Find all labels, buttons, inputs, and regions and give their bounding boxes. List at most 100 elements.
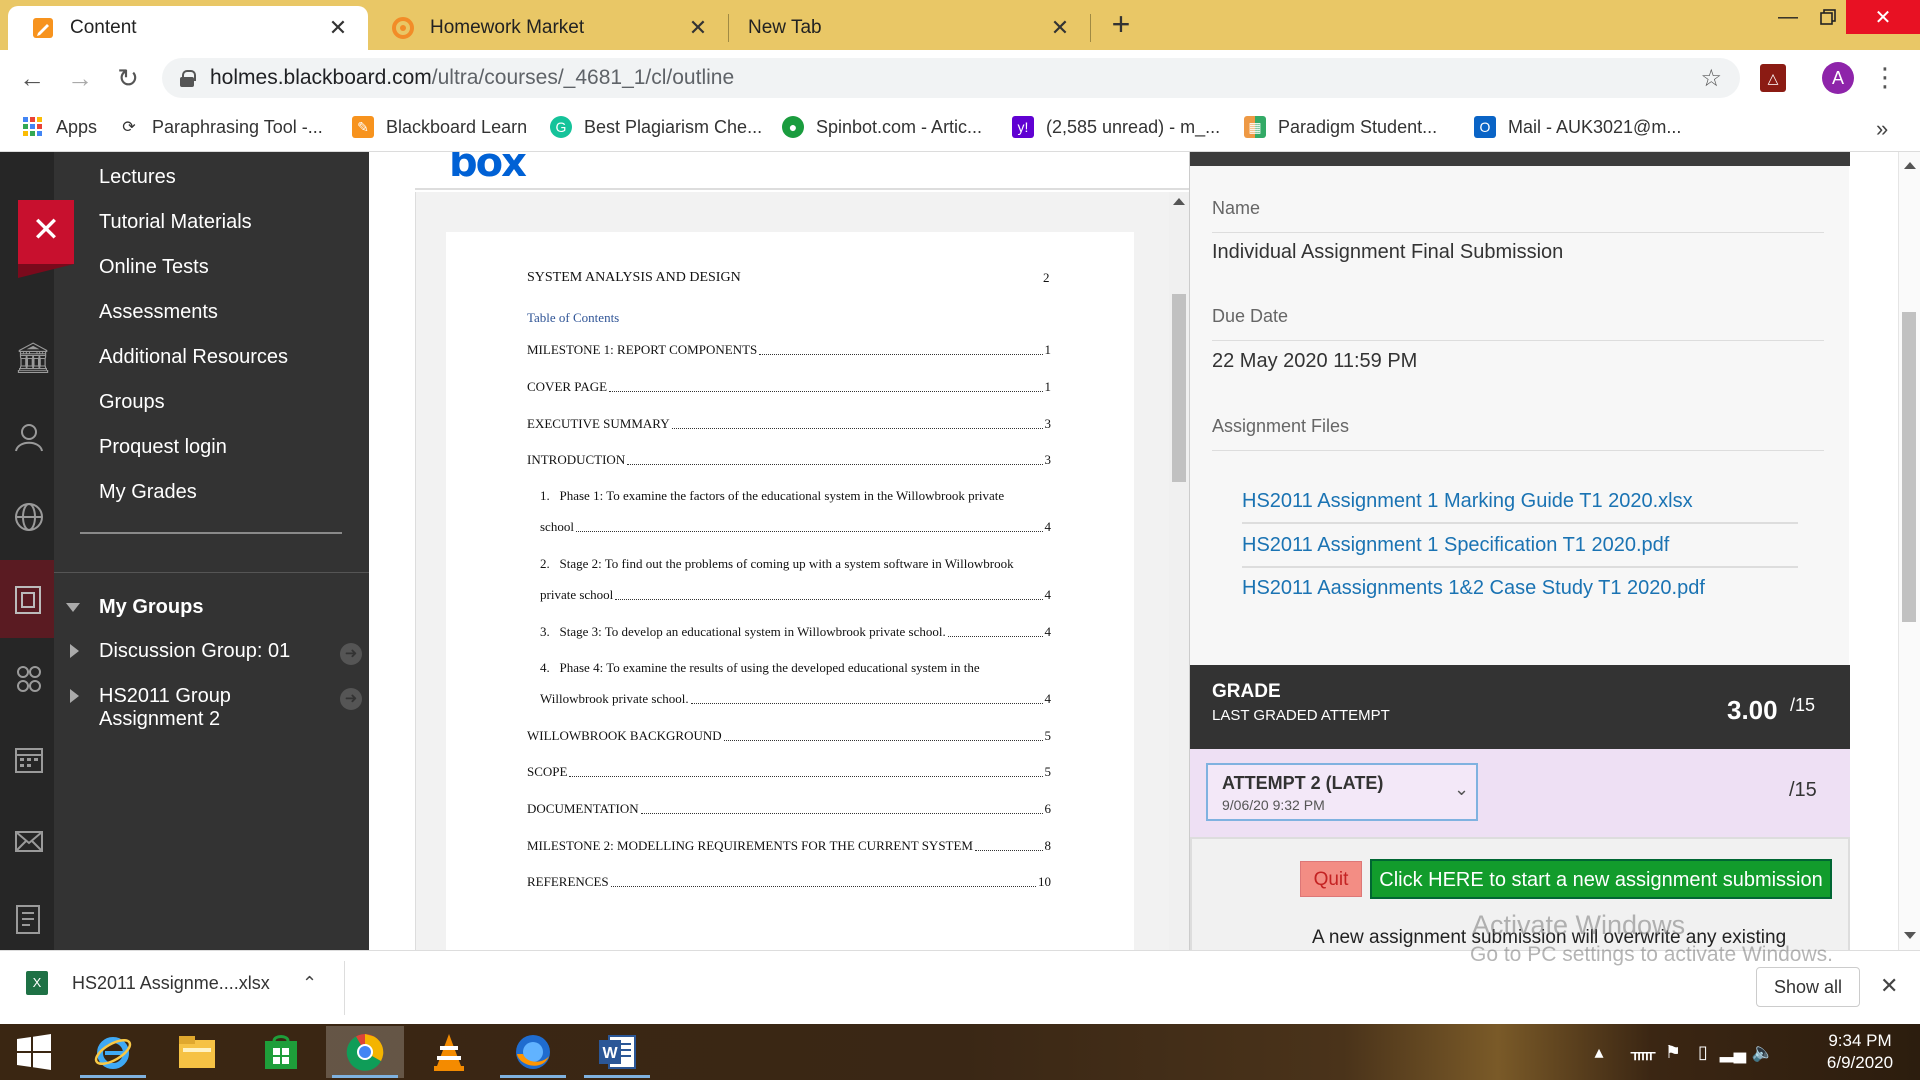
bookmarks-overflow-icon[interactable]: » <box>1876 116 1888 142</box>
new-tab-button[interactable]: + <box>1106 8 1136 40</box>
bookmark-plagiarism-checker[interactable]: G Best Plagiarism Che... <box>550 116 762 138</box>
bookmark-apps[interactable]: Apps <box>22 116 97 138</box>
toc-entry[interactable]: 3. Stage 3: To develop an educational sy… <box>540 624 1051 640</box>
document-scrollbar[interactable] <box>1169 192 1189 950</box>
show-all-button[interactable]: Show all <box>1756 967 1860 1007</box>
caret-right-icon[interactable] <box>70 644 79 658</box>
toc-entry[interactable]: REFERENCES 10 <box>527 874 1051 890</box>
tab-new-tab[interactable]: New Tab ✕ <box>730 6 1090 50</box>
vlc-icon[interactable] <box>410 1026 488 1078</box>
quit-button[interactable]: Quit <box>1300 861 1362 897</box>
profile-icon[interactable] <box>14 422 44 452</box>
messages-icon[interactable] <box>14 826 44 856</box>
volume-icon[interactable]: 🔈 <box>1748 1042 1778 1063</box>
forward-button[interactable]: → <box>62 60 98 96</box>
firefox-icon[interactable] <box>494 1026 572 1078</box>
download-item[interactable]: X HS2011 Assignme....xlsx <box>26 971 270 995</box>
nav-additional-resources[interactable]: Additional Resources <box>99 346 288 369</box>
organizations-icon[interactable] <box>14 664 44 694</box>
arrow-right-circle-icon[interactable]: ➜ <box>340 643 362 665</box>
tab-close-icon[interactable]: ✕ <box>1046 15 1074 41</box>
scroll-down-icon[interactable] <box>1904 932 1916 939</box>
toc-entry[interactable]: COVER PAGE 1 <box>527 379 1051 395</box>
chevron-up-icon[interactable]: ⌃ <box>302 973 317 994</box>
group-discussion-group-01[interactable]: Discussion Group: 01 <box>99 640 290 663</box>
bookmark-spinbot[interactable]: ● Spinbot.com - Artic... <box>782 116 982 138</box>
grades-icon[interactable] <box>14 904 44 934</box>
course-navigation: Lectures Tutorial Materials Online Tests… <box>54 152 369 950</box>
toc-subentry-line[interactable]: 1. Phase 1: To examine the factors of th… <box>540 488 1004 504</box>
start-new-submission-button[interactable]: Click HERE to start a new assignment sub… <box>1370 859 1832 899</box>
tab-content[interactable]: Content ✕ <box>8 6 368 50</box>
tab-close-icon[interactable]: ✕ <box>684 15 712 41</box>
caret-right-icon[interactable] <box>70 689 79 703</box>
bookmark-outlook-mail[interactable]: O Mail - AUK3021@m... <box>1474 116 1681 138</box>
bookmark-paraphrasing-tool[interactable]: ⟳ Paraphrasing Tool -... <box>118 116 322 138</box>
institution-icon[interactable]: 🏛 <box>14 344 52 374</box>
bluetooth-icon[interactable]: ᚅ <box>1628 1042 1658 1063</box>
caret-down-icon[interactable] <box>66 603 80 612</box>
scroll-up-icon[interactable] <box>1904 162 1916 169</box>
toc-entry[interactable]: EXECUTIVE SUMMARY 3 <box>527 416 1051 432</box>
close-icon[interactable]: ✕ <box>1880 973 1898 999</box>
file-link-marking-guide[interactable]: HS2011 Assignment 1 Marking Guide T1 202… <box>1242 490 1693 513</box>
toc-entry[interactable]: DOCUMENTATION 6 <box>527 801 1051 817</box>
store-icon[interactable] <box>242 1026 320 1078</box>
group-hs2011-group-assignment-2[interactable]: HS2011 Group Assignment 2 <box>99 685 274 731</box>
windows-start-icon[interactable] <box>0 1024 68 1080</box>
show-hidden-icons-icon[interactable]: ▴ <box>1584 1042 1614 1063</box>
file-link-case-study[interactable]: HS2011 Aassignments 1&2 Case Study T1 20… <box>1242 577 1705 600</box>
word-icon[interactable]: W <box>578 1026 656 1078</box>
bookmark-paradigm[interactable]: ▦ Paradigm Student... <box>1244 116 1437 138</box>
attempt-selector[interactable]: ATTEMPT 2 (LATE) 9/06/20 9:32 PM ⌄ <box>1206 763 1478 821</box>
nav-proquest-login[interactable]: Proquest login <box>99 436 227 459</box>
back-button[interactable]: ← <box>14 60 50 96</box>
toc-entry[interactable]: MILESTONE 2: MODELLING REQUIREMENTS FOR … <box>527 838 1051 854</box>
scrollbar-thumb[interactable] <box>1172 294 1186 482</box>
scrollbar-thumb[interactable] <box>1902 312 1916 622</box>
bookmark-blackboard-learn[interactable]: ✎ Blackboard Learn <box>352 116 527 138</box>
toc-entry[interactable]: SCOPE 5 <box>527 764 1051 780</box>
action-center-flag-icon[interactable]: ⚑ <box>1658 1042 1688 1063</box>
toc-subentry-line[interactable]: 2. Stage 2: To find out the problems of … <box>540 556 1014 572</box>
file-explorer-icon[interactable] <box>158 1026 236 1078</box>
battery-icon[interactable]: ▯ <box>1688 1042 1718 1063</box>
bookmark-star-icon[interactable]: ☆ <box>1700 64 1722 93</box>
internet-explorer-icon[interactable] <box>74 1026 152 1078</box>
nav-tutorial-materials[interactable]: Tutorial Materials <box>99 211 252 234</box>
bookmark-yahoo-mail[interactable]: y! (2,585 unread) - m_... <box>1012 116 1220 138</box>
file-link-specification[interactable]: HS2011 Assignment 1 Specification T1 202… <box>1242 534 1669 557</box>
toc-entry[interactable]: school 4 <box>540 519 1051 535</box>
nav-lectures[interactable]: Lectures <box>99 166 176 189</box>
close-course-button[interactable]: ✕ <box>18 200 74 278</box>
chrome-icon[interactable] <box>326 1026 404 1078</box>
toc-entry[interactable]: private school 4 <box>540 587 1051 603</box>
toc-entry[interactable]: Willowbrook private school. 4 <box>540 691 1051 707</box>
arrow-right-circle-icon[interactable]: ➜ <box>340 688 362 710</box>
network-signal-icon[interactable]: ▂▄ <box>1718 1042 1748 1063</box>
toc-entry[interactable]: MILESTONE 1: REPORT COMPONENTS 1 <box>527 342 1051 358</box>
calendar-icon[interactable] <box>14 744 44 774</box>
close-window-button[interactable]: ✕ <box>1846 0 1920 34</box>
address-bar[interactable]: holmes.blackboard.com/ultra/courses/_468… <box>162 58 1740 98</box>
document-viewer[interactable]: SYSTEM ANALYSIS AND DESIGN 2 Table of Co… <box>415 192 1169 950</box>
profile-avatar[interactable]: A <box>1822 62 1854 94</box>
scroll-up-icon[interactable] <box>1173 198 1185 205</box>
courses-icon[interactable] <box>14 584 44 614</box>
toc-entry[interactable]: WILLOWBROOK BACKGROUND 5 <box>527 728 1051 744</box>
reload-button[interactable]: ↻ <box>110 60 146 96</box>
taskbar-clock[interactable]: 9:34 PM 6/9/2020 <box>1810 1030 1910 1074</box>
nav-online-tests[interactable]: Online Tests <box>99 256 209 279</box>
globe-icon[interactable] <box>14 502 44 532</box>
tab-close-icon[interactable]: ✕ <box>324 15 352 41</box>
toc-subentry-line[interactable]: 4. Phase 4: To examine the results of us… <box>540 660 980 676</box>
menu-dots-icon[interactable]: ⋮ <box>1872 60 1898 94</box>
toc-entry[interactable]: INTRODUCTION 3 <box>527 452 1051 468</box>
nav-my-grades[interactable]: My Grades <box>99 481 197 504</box>
my-groups-heading[interactable]: My Groups <box>99 596 203 619</box>
nav-groups[interactable]: Groups <box>99 391 165 414</box>
acrobat-extension-icon[interactable]: △ <box>1760 64 1786 92</box>
nav-assessments[interactable]: Assessments <box>99 301 218 324</box>
tab-homework-market[interactable]: Homework Market ✕ <box>368 6 728 50</box>
page-scrollbar[interactable] <box>1898 152 1920 950</box>
